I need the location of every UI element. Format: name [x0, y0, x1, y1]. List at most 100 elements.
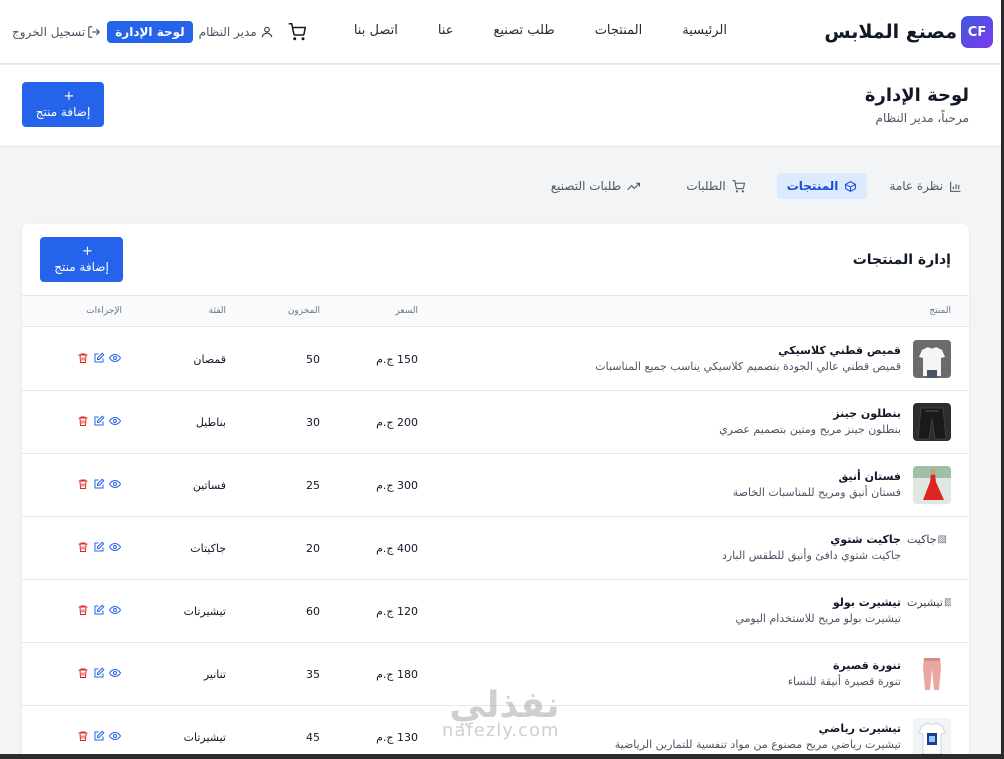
- brand-name: مصنع الملابس: [824, 21, 957, 43]
- product-description: بنطلون جينز مريح ومتين بتصميم عصري: [719, 423, 901, 436]
- cart-icon: [732, 179, 745, 192]
- product-name: قميص قطني كلاسيكي: [778, 344, 901, 357]
- nav-link-contact[interactable]: اتصل بنا: [354, 23, 398, 38]
- product-stock: 60: [306, 605, 320, 618]
- product-name: تيشيرت رياضي: [818, 722, 901, 735]
- edit-icon[interactable]: [93, 730, 105, 742]
- delete-icon[interactable]: [77, 415, 89, 427]
- eye-icon[interactable]: [109, 541, 121, 553]
- eye-icon[interactable]: [109, 415, 121, 427]
- product-description: قميص قطني عالي الجودة بتصميم كلاسيكي ينا…: [595, 360, 901, 373]
- add-product-label: إضافة منتج: [35, 105, 91, 120]
- product-price: 300 ج.م: [376, 479, 418, 492]
- table-row: تيشيرت رياضي تيشيرت رياضي مريح مصنوع من …: [22, 706, 969, 759]
- product-stock: 30: [306, 416, 320, 429]
- delete-icon[interactable]: [77, 667, 89, 679]
- table-row: ▧ تيشيرت تيشيرت بولو تيشيرت بولو مريح لل…: [22, 580, 969, 643]
- product-description: جاكيت شتوي دافئ وأنيق للطقس البارد: [721, 549, 901, 562]
- plus-icon: +: [63, 88, 75, 104]
- cart-button[interactable]: [288, 23, 306, 41]
- delete-icon[interactable]: [77, 352, 89, 364]
- product-category: تنانير: [203, 668, 226, 681]
- page-title: لوحة الإدارة: [864, 85, 969, 106]
- user-icon: [261, 26, 272, 38]
- add-product-label: إضافة منتج: [54, 260, 109, 275]
- dashboard-tabs: نظرة عامة المنتجات الطلبات طلبات التصنيع: [515, 173, 962, 199]
- product-stock: 25: [306, 479, 320, 492]
- eye-icon[interactable]: [109, 352, 121, 364]
- product-thumbnail: [913, 466, 951, 504]
- row-actions: [77, 730, 121, 742]
- row-actions: [77, 604, 121, 616]
- eye-icon[interactable]: [109, 604, 121, 616]
- tab-overview[interactable]: نظرة عامة: [879, 173, 962, 199]
- column-category: الفئة: [208, 306, 226, 316]
- box-icon: [844, 180, 857, 192]
- eye-icon[interactable]: [109, 478, 121, 490]
- nav-link-products[interactable]: المنتجات: [595, 23, 643, 38]
- add-product-button-header[interactable]: + إضافة منتج: [22, 82, 104, 127]
- add-product-button[interactable]: + إضافة منتج: [40, 237, 123, 282]
- product-category: بناطيل: [195, 416, 226, 429]
- row-actions: [77, 415, 121, 427]
- product-description: تنورة قصيرة أنيقة للنساء: [787, 675, 901, 688]
- delete-icon[interactable]: [77, 541, 89, 553]
- navbar: CF مصنع الملابس الرئيسية المنتجات طلب تص…: [0, 0, 1001, 64]
- bar-chart-icon: [950, 181, 961, 192]
- product-category: فساتين: [192, 479, 226, 492]
- eye-icon[interactable]: [109, 667, 121, 679]
- eye-icon[interactable]: [109, 730, 121, 742]
- trending-up-icon: [627, 182, 641, 190]
- edit-icon[interactable]: [93, 415, 105, 427]
- product-name: تنورة قصيرة: [832, 659, 901, 672]
- tab-orders[interactable]: الطلبات: [676, 173, 754, 199]
- window-edge-bottom: [0, 754, 1004, 759]
- nav-link-manufacture-request[interactable]: طلب تصنيع: [493, 23, 554, 38]
- tab-overview-label: نظرة عامة: [889, 179, 943, 193]
- dashboard-header: لوحة الإدارة مرحباً، مدير النظام + إضافة…: [0, 65, 1001, 147]
- edit-icon[interactable]: [93, 667, 105, 679]
- tab-manufacture-requests[interactable]: طلبات التصنيع: [541, 173, 651, 199]
- product-name: جاكيت شتوي: [830, 533, 901, 546]
- tab-products[interactable]: المنتجات: [776, 173, 868, 199]
- product-name: فستان أنيق: [838, 470, 901, 483]
- admin-dashboard-button[interactable]: لوحة الإدارة: [107, 21, 193, 43]
- user-label: مدير النظام: [198, 25, 257, 39]
- row-actions: [77, 352, 121, 364]
- product-price: 200 ج.م: [376, 416, 418, 429]
- page: CF مصنع الملابس الرئيسية المنتجات طلب تص…: [0, 0, 1004, 759]
- broken-image-icon: ▧: [943, 596, 951, 608]
- broken-image-icon: ▧: [937, 533, 947, 545]
- table-row: قميص قطني كلاسيكي قميص قطني عالي الجودة …: [22, 328, 969, 391]
- edit-icon[interactable]: [93, 352, 105, 364]
- product-thumbnail: [913, 718, 951, 756]
- product-category: تيشيرتات: [183, 731, 226, 744]
- image-alt-text: جاكيت: [907, 532, 937, 546]
- product-category: قمصان: [193, 353, 226, 366]
- user-menu[interactable]: مدير النظام: [199, 25, 274, 39]
- logout-label: تسجيل الخروج: [12, 25, 86, 39]
- product-thumbnail: [913, 403, 951, 441]
- logout-button[interactable]: تسجيل الخروج: [12, 25, 101, 39]
- row-actions: [77, 667, 121, 679]
- nav-actions: تسجيل الخروج لوحة الإدارة مدير النظام: [12, 21, 306, 43]
- product-price: 180 ج.م: [376, 668, 418, 681]
- table-row: فستان أنيق فستان أنيق ومريح للمناسبات ال…: [22, 454, 969, 517]
- brand[interactable]: CF مصنع الملابس: [824, 16, 993, 48]
- nav-link-about[interactable]: عنا: [438, 23, 454, 38]
- product-thumbnail-broken: ▧ جاكيت: [907, 529, 951, 549]
- delete-icon[interactable]: [77, 478, 89, 490]
- column-price: السعر: [395, 306, 418, 316]
- product-thumbnail-broken: ▧ تيشيرت: [907, 592, 951, 612]
- edit-icon[interactable]: [93, 604, 105, 616]
- column-product: المنتج: [929, 306, 951, 316]
- delete-icon[interactable]: [77, 730, 89, 742]
- edit-icon[interactable]: [93, 478, 105, 490]
- product-category: تيشيرتات: [183, 605, 226, 618]
- nav-links: الرئيسية المنتجات طلب تصنيع عنا اتصل بنا: [314, 23, 727, 38]
- edit-icon[interactable]: [93, 541, 105, 553]
- delete-icon[interactable]: [77, 604, 89, 616]
- products-section-title: إدارة المنتجات: [852, 252, 951, 268]
- shopping-cart-icon: [288, 23, 306, 41]
- nav-link-home[interactable]: الرئيسية: [682, 23, 727, 38]
